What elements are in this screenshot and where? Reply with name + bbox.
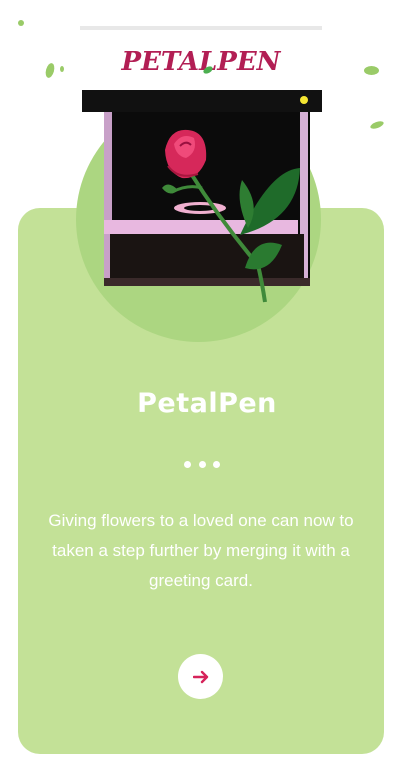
arrow-right-icon — [192, 670, 208, 683]
pagination-dots — [184, 461, 220, 469]
product-title: PetalPen — [137, 388, 277, 419]
pagination-dot — [213, 461, 220, 468]
decorative-speck — [364, 66, 379, 75]
decorative-speck — [44, 62, 56, 79]
pagination-dot — [184, 461, 191, 468]
pagination-dot — [198, 461, 206, 468]
decorative-speck — [369, 119, 385, 131]
indicator-light — [300, 96, 308, 104]
brand-logo: PETALPEN — [121, 47, 282, 77]
product-description: Giving flowers to a loved one can now to… — [48, 511, 354, 590]
rose-in-machine-image: PETALPEN — [80, 26, 322, 303]
decorative-speck — [18, 20, 24, 26]
next-button[interactable] — [178, 654, 223, 699]
decorative-speck — [60, 66, 64, 72]
